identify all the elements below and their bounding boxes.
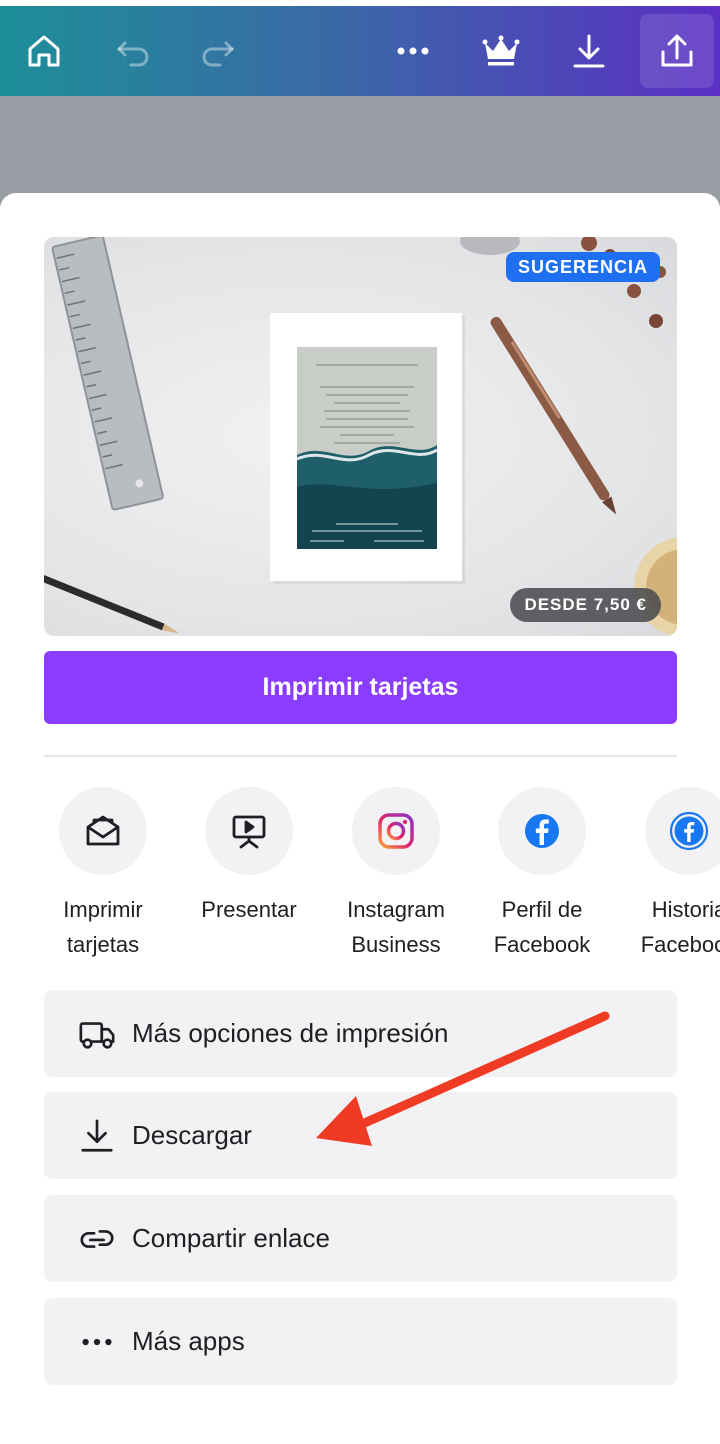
share-option-instagram[interactable]: Instagram Business (326, 787, 466, 967)
envelope-icon (86, 815, 120, 846)
share-option-icon-wrap (645, 787, 720, 875)
instagram-icon (378, 813, 414, 849)
home-button[interactable] (4, 6, 84, 96)
more-icon (82, 1338, 112, 1345)
share-option-facebook-story[interactable]: Historia Facebook (619, 787, 720, 967)
share-link-button[interactable]: Compartir enlace (44, 1195, 677, 1282)
share-option-facebook-profile[interactable]: Perfil de Facebook (472, 787, 612, 967)
share-option-label: Imprimir tarjetas (63, 897, 143, 957)
share-sheet: SUGERENCIA DESDE 7,50 € Imprimir tarjeta… (0, 193, 720, 1444)
download-icon (81, 1118, 113, 1152)
share-option-icon-wrap (59, 787, 147, 875)
share-option-print-cards[interactable]: Imprimir tarjetas (33, 787, 173, 967)
canvas-backdrop (0, 96, 720, 206)
print-cards-button[interactable]: Imprimir tarjetas (44, 651, 677, 724)
opt-label: Compartir enlace (132, 1223, 330, 1253)
suggestion-badge: SUGERENCIA (505, 252, 660, 282)
share-option-icon-wrap (352, 787, 440, 875)
facebook-icon (525, 814, 559, 848)
presentation-icon (232, 815, 266, 849)
download-icon (573, 34, 605, 68)
home-icon (28, 35, 60, 67)
redo-icon (202, 41, 235, 67)
opt-icon-wrap (76, 1321, 118, 1363)
opt-icon-wrap (76, 1013, 118, 1055)
share-icon (661, 34, 693, 67)
crown-icon (482, 35, 520, 66)
redo-button[interactable] (178, 6, 258, 96)
truck-icon (79, 1021, 115, 1049)
more-button[interactable] (373, 6, 453, 96)
premium-button[interactable] (461, 6, 541, 96)
more-icon (397, 47, 429, 55)
opt-label: Más apps (132, 1326, 245, 1356)
undo-button[interactable] (93, 6, 173, 96)
download-toolbar-button[interactable] (549, 6, 629, 96)
share-screen: SUGERENCIA DESDE 7,50 € Imprimir tarjeta… (0, 0, 720, 1444)
share-option-label: Perfil de Facebook (493, 897, 591, 957)
divider (44, 755, 677, 757)
undo-icon (116, 41, 149, 67)
opt-icon-wrap (76, 1115, 118, 1157)
download-button[interactable]: Descargar (44, 1092, 677, 1179)
opt-label: Descargar (132, 1120, 252, 1150)
print-suggestion-image[interactable]: SUGERENCIA DESDE 7,50 € (44, 237, 677, 636)
share-toolbar-button[interactable] (640, 14, 714, 88)
invitation-mockup-illustration (44, 237, 677, 636)
link-icon (80, 1229, 114, 1248)
editor-toolbar (0, 6, 720, 96)
facebook-story-icon (669, 811, 709, 851)
opt-label: Más opciones de impresión (132, 1018, 449, 1048)
share-option-icon-wrap (205, 787, 293, 875)
share-option-present[interactable]: Presentar (179, 787, 319, 967)
share-option-label: Presentar (201, 897, 297, 922)
more-print-options-button[interactable]: Más opciones de impresión (44, 990, 677, 1077)
price-badge: DESDE 7,50 € (510, 588, 661, 622)
share-option-label: Historia Facebook (640, 897, 720, 957)
share-option-icon-wrap (498, 787, 586, 875)
opt-icon-wrap (76, 1218, 118, 1260)
more-apps-button[interactable]: Más apps (44, 1298, 677, 1385)
share-option-label: Instagram Business (347, 897, 445, 957)
